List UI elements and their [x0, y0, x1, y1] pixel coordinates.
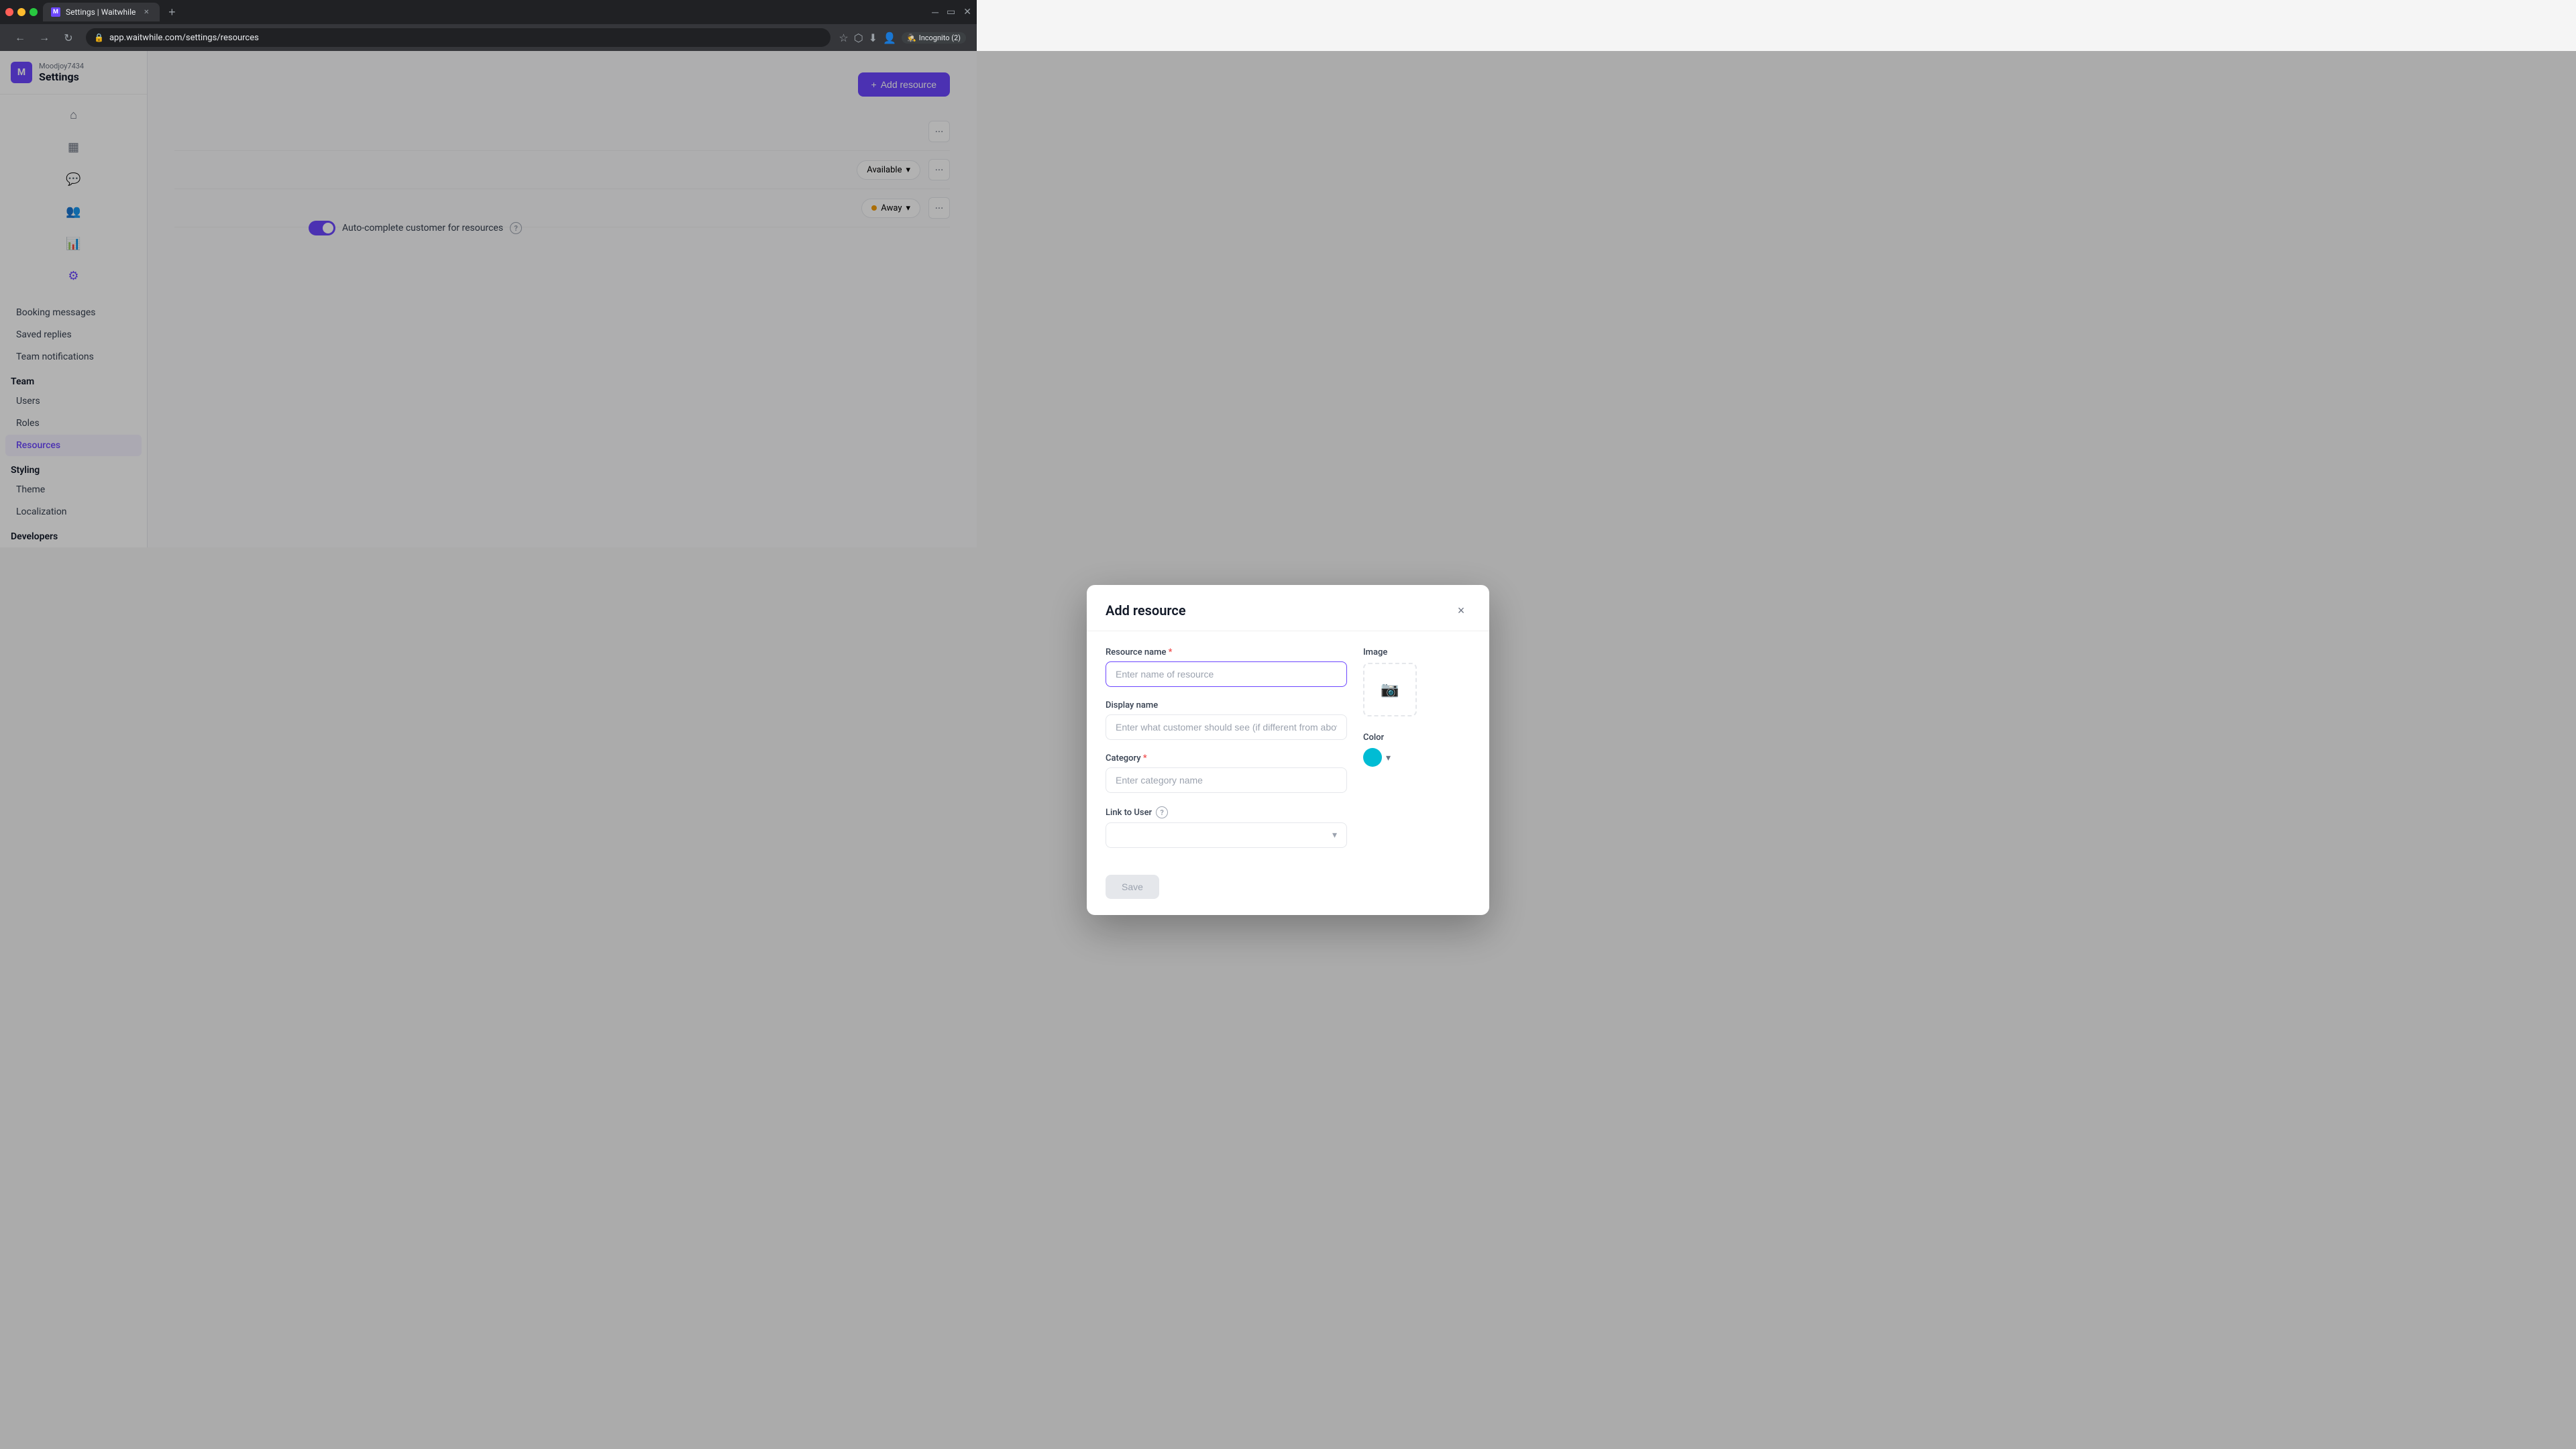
nav-buttons: ← → ↻	[11, 28, 78, 47]
color-label: Color	[1363, 733, 1470, 743]
required-star-2: *	[1143, 753, 1147, 763]
tab-title: Settings | Waitwhile	[66, 7, 136, 17]
window-controls: ─ ▭ ✕	[932, 7, 971, 18]
link-user-help-icon[interactable]: ?	[1156, 806, 1168, 818]
link-user-select[interactable]: ▾	[1106, 822, 1347, 848]
category-input[interactable]	[1106, 767, 1347, 793]
extensions-icon[interactable]: ⬡	[854, 32, 863, 44]
display-name-input[interactable]	[1106, 714, 1347, 740]
image-section: Image 📷	[1363, 647, 1470, 716]
resource-name-label: Resource name *	[1106, 647, 1347, 657]
required-star-1: *	[1169, 647, 1173, 657]
url-bar[interactable]: 🔒 app.waitwhile.com/settings/resources	[86, 28, 830, 47]
tab-favicon: M	[51, 7, 60, 17]
modal-title: Add resource	[1106, 602, 1186, 619]
minimize-window-button[interactable]	[17, 8, 25, 16]
close-icon: ×	[1458, 604, 1465, 618]
color-picker: ▾	[1363, 748, 1470, 767]
active-tab[interactable]: M Settings | Waitwhile ✕	[43, 3, 160, 21]
restore-icon[interactable]: ▭	[947, 7, 955, 17]
url-text: app.waitwhile.com/settings/resources	[109, 33, 259, 43]
link-user-label: Link to User	[1106, 808, 1152, 818]
modal-close-button[interactable]: ×	[1452, 601, 1470, 620]
display-name-group: Display name	[1106, 700, 1347, 740]
close-icon[interactable]: ✕	[963, 7, 971, 17]
modal-header: Add resource ×	[1087, 585, 1489, 631]
incognito-badge: 🕵 Incognito (2)	[902, 32, 966, 44]
forward-button[interactable]: →	[35, 28, 54, 47]
link-user-label-row: Link to User ?	[1106, 806, 1347, 818]
address-bar: ← → ↻ 🔒 app.waitwhile.com/settings/resou…	[0, 24, 977, 51]
incognito-icon: 🕵	[907, 34, 916, 42]
image-upload-area[interactable]: 📷	[1363, 663, 1417, 716]
toolbar-icons: ☆ ⬡ ⬇ 👤 🕵 Incognito (2)	[839, 32, 966, 44]
color-section: Color ▾	[1363, 733, 1470, 767]
lock-icon: 🔒	[94, 33, 104, 42]
category-label: Category *	[1106, 753, 1347, 763]
resource-name-input[interactable]	[1106, 661, 1347, 687]
modal-body: Resource name * Display name Category *	[1087, 631, 1489, 864]
close-window-button[interactable]	[5, 8, 13, 16]
add-resource-modal: Add resource × Resource name * Dis	[1087, 585, 1489, 915]
chevron-down-icon-3: ▾	[1332, 830, 1337, 841]
modal-overlay: Add resource × Resource name * Dis	[0, 51, 2576, 1449]
maximize-window-button[interactable]	[30, 8, 38, 16]
incognito-label: Incognito (2)	[919, 34, 961, 42]
tab-close-button[interactable]: ✕	[141, 7, 152, 17]
browser-chrome: M Settings | Waitwhile ✕ + ─ ▭ ✕	[0, 0, 977, 24]
form-left: Resource name * Display name Category *	[1106, 647, 1347, 848]
minimize-icon[interactable]: ─	[932, 7, 938, 18]
image-label: Image	[1363, 647, 1387, 657]
bookmark-icon[interactable]: ☆	[839, 32, 848, 44]
color-dropdown-button[interactable]: ▾	[1386, 752, 1391, 763]
save-button[interactable]: Save	[1106, 875, 1159, 899]
link-user-group: Link to User ? ▾	[1106, 806, 1347, 848]
download-icon[interactable]: ⬇	[869, 32, 877, 44]
tab-bar: M Settings | Waitwhile ✕ +	[43, 0, 926, 24]
form-right: Image 📷 Color ▾	[1363, 647, 1470, 848]
resource-name-group: Resource name *	[1106, 647, 1347, 687]
new-tab-button[interactable]: +	[162, 3, 181, 21]
category-group: Category *	[1106, 753, 1347, 793]
profile-icon[interactable]: 👤	[883, 32, 896, 44]
display-name-label: Display name	[1106, 700, 1347, 710]
color-swatch[interactable]	[1363, 748, 1382, 767]
reload-button[interactable]: ↻	[59, 28, 78, 47]
browser-traffic-lights	[5, 8, 38, 16]
camera-icon: 📷	[1381, 682, 1399, 698]
back-button[interactable]: ←	[11, 28, 30, 47]
modal-footer: Save	[1087, 864, 1489, 915]
